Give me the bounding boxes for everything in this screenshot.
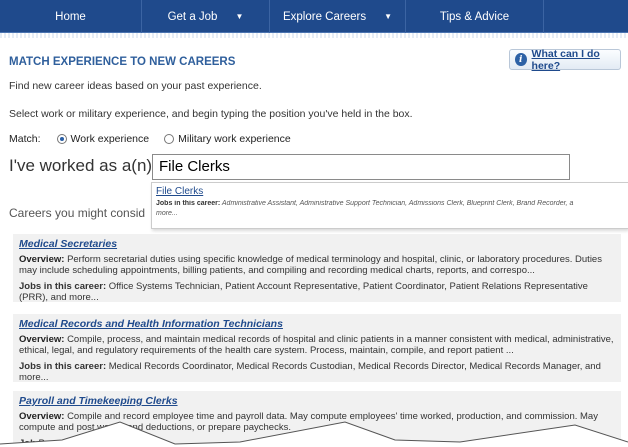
- careers-heading: Careers you might consid: [9, 206, 146, 220]
- overview-text: Perform secretarial duties using specifi…: [19, 254, 602, 276]
- help-button[interactable]: i What can I do here?: [509, 48, 621, 72]
- top-nav: Home Get a Job ▼ Explore Careers ▼ Tips …: [0, 0, 628, 33]
- instruction-text: Select work or military experience, and …: [9, 108, 413, 120]
- suggestion-jobs-label: Jobs in this career:: [156, 200, 221, 207]
- military-experience-radio[interactable]: [164, 134, 175, 144]
- torn-edge: [0, 421, 628, 447]
- career-title-link[interactable]: Medical Secretaries: [19, 238, 615, 250]
- chevron-down-icon: ▼: [235, 12, 244, 21]
- career-jobs: Jobs in this career: Office Systems Tech…: [19, 281, 615, 303]
- career-card: Medical Records and Health Information T…: [13, 314, 621, 383]
- match-options: Match: Work experience Military work exp…: [9, 133, 291, 145]
- work-experience-radio[interactable]: [56, 134, 67, 144]
- overview-text: Compile, process, and maintain medical r…: [19, 334, 614, 356]
- jobs-label: Jobs in this career:: [19, 361, 107, 372]
- suggestion-jobs: Jobs in this career: Administrative Assi…: [156, 200, 624, 207]
- suggestion-jobs-text: Administrative Assistant, Administrative…: [221, 200, 574, 207]
- job-title-input[interactable]: File Clerks: [152, 154, 570, 180]
- career-overview: Overview: Compile, process, and maintain…: [19, 334, 615, 356]
- nav-explore-careers-label: Explore Careers: [282, 10, 367, 23]
- career-title-link[interactable]: Medical Records and Health Information T…: [19, 318, 615, 330]
- jobs-text: Medical Records Coordinator, Medical Rec…: [19, 361, 601, 383]
- jobs-label: Jobs in this career:: [19, 281, 107, 292]
- nav-get-a-job[interactable]: Get a Job ▼: [142, 0, 270, 33]
- work-experience-label[interactable]: Work experience: [71, 133, 150, 145]
- nav-explore-careers[interactable]: Explore Careers ▼: [270, 0, 406, 33]
- intro-text: Find new career ideas based on your past…: [9, 80, 262, 92]
- help-link[interactable]: What can I do here?: [532, 48, 620, 72]
- nav-tips-advice[interactable]: Tips & Advice: [406, 0, 544, 33]
- worked-as-label: I've worked as a(n): [9, 156, 153, 175]
- nav-get-a-job-label: Get a Job: [167, 10, 218, 23]
- nav-tips-advice-label: Tips & Advice: [439, 10, 510, 23]
- info-icon: i: [515, 53, 527, 66]
- page-title: MATCH EXPERIENCE TO NEW CAREERS: [9, 56, 236, 68]
- chevron-down-icon: ▼: [384, 12, 392, 21]
- career-jobs: Jobs in this career: Medical Records Coo…: [19, 361, 615, 383]
- overview-label: Overview:: [19, 334, 65, 345]
- nav-divider: [0, 33, 628, 38]
- overview-label: Overview:: [19, 254, 65, 265]
- match-label: Match:: [9, 133, 41, 145]
- autocomplete-dropdown: File Clerks Jobs in this career: Adminis…: [151, 182, 628, 229]
- career-card: Medical Secretaries Overview: Perform se…: [13, 234, 621, 303]
- suggestion-title[interactable]: File Clerks: [156, 186, 624, 197]
- military-experience-label[interactable]: Military work experience: [178, 133, 291, 145]
- nav-empty-slot: [544, 0, 628, 33]
- career-overview: Overview: Perform secretarial duties usi…: [19, 254, 615, 276]
- suggestion-more: more...: [156, 210, 178, 217]
- nav-home[interactable]: Home: [0, 0, 142, 33]
- nav-home-label: Home: [55, 10, 86, 23]
